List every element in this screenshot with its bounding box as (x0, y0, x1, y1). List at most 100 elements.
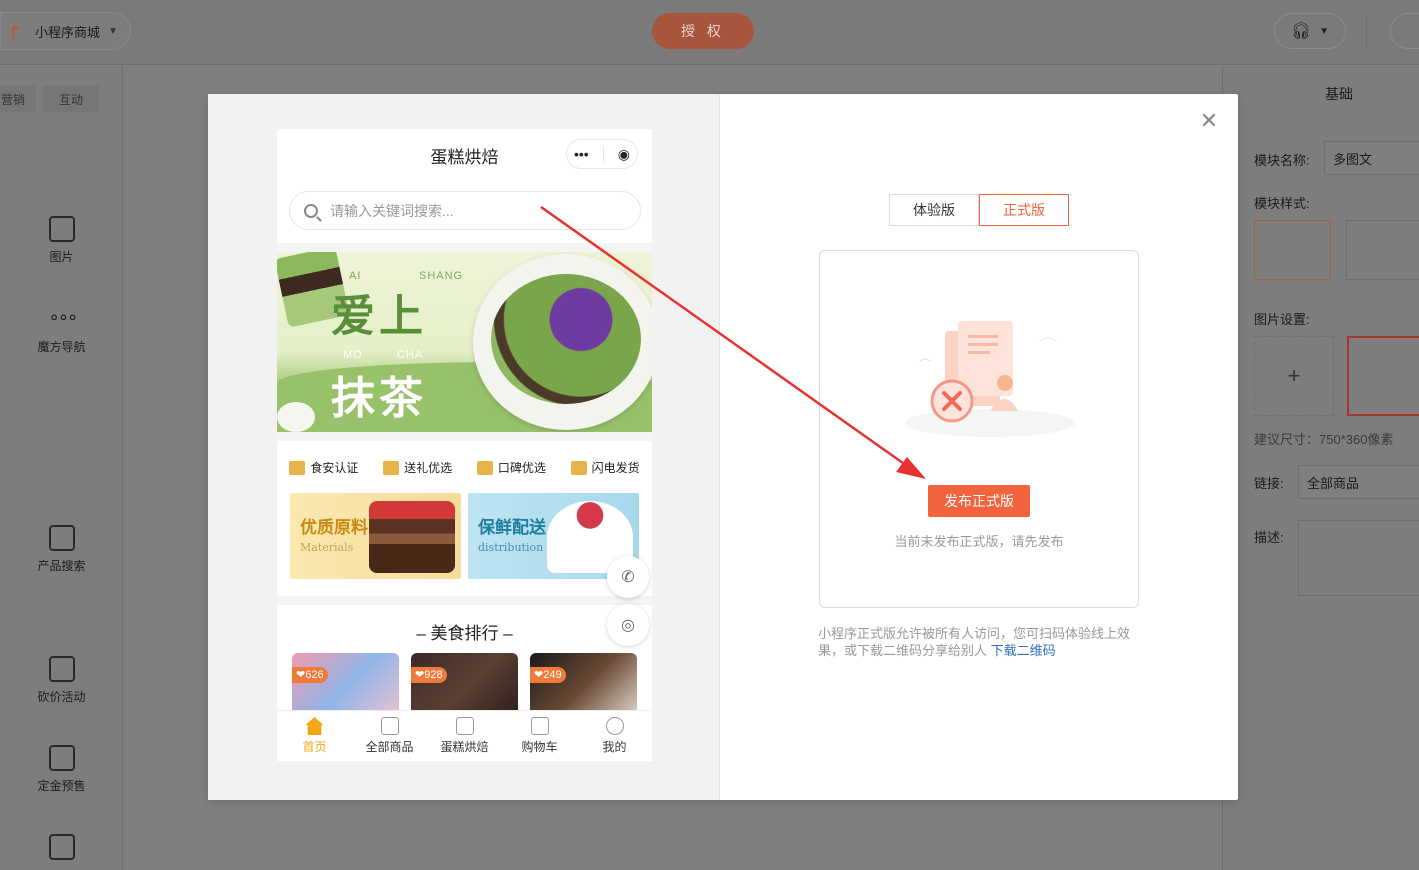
image-settings-label: 图片设置: (1254, 312, 1310, 327)
promo-subtitle: distribution (478, 541, 544, 554)
promo-title: 优质原料 (300, 518, 368, 538)
tab-trial-version[interactable]: 体验版 (889, 194, 979, 226)
publish-modal: 蛋糕烘焙 ••• ◉ 请输入关键词搜索... AI SHANG 爱上 MO CH… (208, 94, 1238, 800)
tab-all-products[interactable]: 全部商品 (352, 711, 427, 761)
gift-icon (455, 717, 474, 735)
tab-label: 全部商品 (365, 740, 414, 754)
video-tv-icon (48, 834, 75, 860)
style-option-multi[interactable] (1346, 220, 1419, 280)
grid-search-icon (380, 717, 399, 735)
preview-pane: 蛋糕烘焙 ••• ◉ 请输入关键词搜索... AI SHANG 爱上 MO CH… (208, 94, 720, 800)
banner-headline-1: 爱上 (331, 291, 427, 342)
description-label: 描述: (1254, 530, 1284, 545)
feature-row: 食安认证 送礼优选 口碑优选 闪电发货 (277, 459, 652, 476)
tab-home[interactable]: 首页 (277, 711, 352, 761)
search-input[interactable]: 请输入关键词搜索... (289, 191, 641, 230)
feature-label: 送礼优选 (404, 461, 453, 475)
component-panel: 营销 互动 图片 ∘∘∘ 魔方导航 产品搜索 砍价活动 定金预售 (0, 66, 123, 870)
tab-cart[interactable]: 购物车 (502, 711, 577, 761)
tab-label: 我的 (602, 740, 627, 754)
banner-small-text: MO (343, 349, 363, 361)
feature-item: 食安认证 (289, 459, 358, 476)
link-label: 链接: (1254, 476, 1284, 491)
description-textarea[interactable] (1298, 520, 1419, 596)
tab-marketing[interactable]: 营销 (0, 86, 36, 112)
tool-bargain[interactable]: 砍价活动 (0, 656, 123, 705)
tab-release-version[interactable]: 正式版 (979, 194, 1069, 226)
settings-title: 基础 (1325, 86, 1353, 102)
tab-label: 购物车 (521, 740, 558, 754)
feature-label: 闪电发货 (591, 461, 640, 475)
like-count-badge: ❤928 (411, 667, 447, 683)
download-qr-link[interactable]: 下载二维码 (991, 643, 1056, 658)
tab-mine[interactable]: 我的 (577, 711, 652, 761)
matcha-cake-image (491, 274, 641, 404)
bargain-tag-icon (48, 656, 75, 682)
more-icon: ••• (574, 146, 589, 162)
tab-cake-baking[interactable]: 蛋糕烘焙 (427, 711, 502, 761)
not-published-illustration-icon (905, 321, 1075, 437)
support-button[interactable]: 🎧︎ ▼ (1274, 13, 1346, 49)
promo-title: 保鲜配送 (478, 518, 546, 538)
tool-cube-nav[interactable]: ∘∘∘ 魔方导航 (0, 306, 123, 355)
wechat-icon: ◎ (621, 617, 635, 634)
feature-label: 口碑优选 (497, 461, 546, 475)
search-icon (304, 203, 318, 218)
module-name-input[interactable]: 多图文 (1324, 141, 1419, 175)
tab-interaction[interactable]: 互动 (43, 86, 99, 112)
user-icon (605, 717, 624, 735)
settings-panel: 基础 模块名称: 多图文 模块样式: 图片设置: + 建议尺寸：750*360像… (1222, 66, 1419, 870)
close-icon[interactable]: ✕ (1198, 110, 1220, 132)
image-thumbnail[interactable] (1347, 336, 1419, 416)
promo-subtitle: Materials (300, 541, 354, 554)
divider (602, 146, 604, 162)
authorize-button[interactable]: 授 权 (652, 13, 754, 49)
feature-item: 口碑优选 (476, 459, 546, 476)
tab-label: 首页 (302, 740, 327, 754)
tool-presale[interactable]: 定金预售 (0, 745, 123, 794)
publish-release-button[interactable]: 发布正式版 (928, 485, 1030, 517)
top-bar: ꝭ 小程序商城 ▼ 授 权 🎧︎ ▼ (0, 0, 1419, 65)
store-selector[interactable]: ꝭ 小程序商城 ▼ (0, 12, 131, 50)
banner-headline-2: 抹茶 (331, 373, 427, 424)
feature-label: 食安认证 (310, 461, 359, 475)
tool-label: 魔方导航 (37, 340, 86, 354)
feature-item: 闪电发货 (570, 459, 640, 476)
like-count-badge: ❤626 (292, 667, 328, 683)
phone-icon: ✆ (621, 569, 635, 586)
search-placeholder: 请输入关键词搜索... (330, 202, 454, 219)
thumbs-up-icon (476, 460, 493, 475)
tool-product-search[interactable]: 产品搜索 (0, 525, 123, 574)
product-search-icon (48, 525, 75, 551)
recommended-size: 建议尺寸：750*360像素 (1254, 432, 1394, 447)
phone-header: 蛋糕烘焙 ••• ◉ 请输入关键词搜索... (277, 129, 652, 243)
banner-small-text: CHA (397, 349, 424, 361)
add-image-button[interactable]: + (1254, 336, 1334, 416)
divider (1366, 14, 1367, 48)
phone-preview: 蛋糕烘焙 ••• ◉ 请输入关键词搜索... AI SHANG 爱上 MO CH… (277, 129, 652, 761)
headset-icon: 🎧︎ (1290, 23, 1312, 40)
tool-label: 图片 (49, 250, 74, 264)
grid-dots-icon: ∘∘∘ (48, 307, 79, 327)
tea-cup-image (277, 402, 315, 432)
trophy-icon (289, 460, 306, 475)
link-input[interactable]: 全部商品 (1298, 465, 1419, 499)
capsule-menu[interactable]: ••• ◉ (566, 139, 638, 169)
tool-video[interactable] (0, 834, 123, 866)
account-button[interactable] (1390, 13, 1419, 49)
target-icon: ◉ (617, 145, 630, 162)
phone-tabbar: 首页 全部商品 蛋糕烘焙 购物车 我的 (277, 710, 652, 761)
home-icon (305, 717, 324, 735)
like-count: 928 (424, 669, 443, 681)
style-option-single[interactable] (1254, 220, 1331, 280)
not-published-text: 当前未发布正式版，请先发布 (894, 534, 1064, 549)
wechat-button[interactable]: ◎ (607, 604, 649, 646)
phone-call-button[interactable]: ✆ (607, 556, 649, 598)
delivery-truck-icon (570, 460, 587, 475)
release-note-text: 小程序正式版允许被所有人访问，您可扫码体验线上效果，或下载二维码分享给别人 (818, 626, 1131, 658)
tool-image[interactable]: 图片 (0, 216, 123, 265)
feature-item: 送礼优选 (383, 459, 452, 476)
banner-image[interactable]: AI SHANG 爱上 MO CHA 抹茶 (277, 252, 652, 432)
promo-card-materials[interactable]: 优质原料 Materials (290, 493, 461, 579)
mini-program-logo-icon: ꝭ (11, 23, 18, 39)
